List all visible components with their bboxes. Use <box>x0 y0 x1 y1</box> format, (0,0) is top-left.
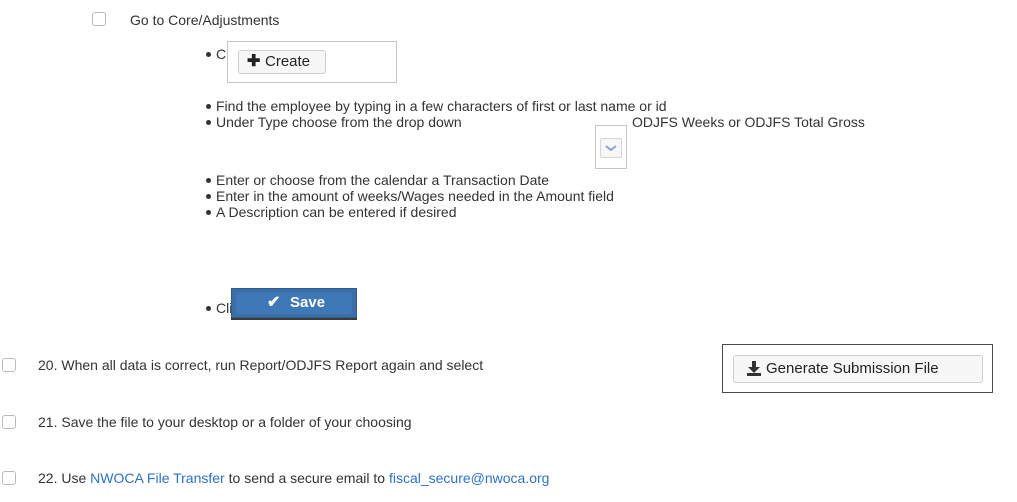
type-dropdown[interactable] <box>600 138 622 158</box>
bullet <box>206 52 211 57</box>
checkmark-icon: ✔ <box>267 294 281 311</box>
step-20-text: 20. When all data is correct, run Report… <box>38 357 484 373</box>
step-type-prefix: Under Type choose from the drop down <box>216 114 462 130</box>
save-button-label: Save <box>290 294 326 311</box>
create-button-screenshot: ✚ Create <box>227 41 397 83</box>
save-button[interactable]: ✔ Save <box>236 292 352 314</box>
bullet <box>206 210 211 215</box>
generate-submission-file-label: Generate Submission File <box>766 360 939 377</box>
download-icon <box>747 361 761 376</box>
create-button-label: Create <box>265 53 311 70</box>
step-22-text: 22. Use NWOCA File Transfer to send a se… <box>38 470 549 486</box>
divider <box>231 318 357 320</box>
step-find-employee: Find the employee by typing in a few cha… <box>216 98 667 114</box>
fiscal-secure-email-link[interactable]: fiscal_secure@nwoca.org <box>389 470 550 486</box>
bullet <box>206 306 211 311</box>
step-transaction-date: Enter or choose from the calendar a Tran… <box>216 172 550 188</box>
step-description: A Description can be entered if desired <box>216 204 457 220</box>
plus-icon: ✚ <box>247 53 261 70</box>
bullet <box>206 104 211 109</box>
task-checkbox-20[interactable] <box>2 358 16 372</box>
type-dropdown-screenshot <box>595 125 627 169</box>
bullet <box>206 120 211 125</box>
chevron-down-icon <box>605 145 617 152</box>
task-checkbox-21[interactable] <box>2 415 16 429</box>
step-21-text: 21. Save the file to your desktop or a f… <box>38 414 412 430</box>
nwoca-file-transfer-link[interactable]: NWOCA File Transfer <box>90 470 225 486</box>
task-label-core: Go to Core/Adjustments <box>130 12 280 28</box>
save-button-screenshot: ✔ Save <box>231 288 357 318</box>
task-checkbox-22[interactable] <box>2 471 16 485</box>
bullet <box>206 178 211 183</box>
task-checkbox-core[interactable] <box>92 12 106 26</box>
step-amount: Enter in the amount of weeks/Wages neede… <box>216 188 614 204</box>
step-22-middle: to send a secure email to <box>224 470 389 486</box>
generate-submission-file-button[interactable]: Generate Submission File <box>733 355 983 383</box>
step-22-prefix: 22. Use <box>38 470 91 486</box>
step-type-suffix: ODJFS Weeks or ODJFS Total Gross <box>632 114 865 130</box>
bullet <box>206 194 211 199</box>
generate-submission-file-screenshot: Generate Submission File <box>722 344 993 393</box>
create-button[interactable]: ✚ Create <box>238 50 326 74</box>
